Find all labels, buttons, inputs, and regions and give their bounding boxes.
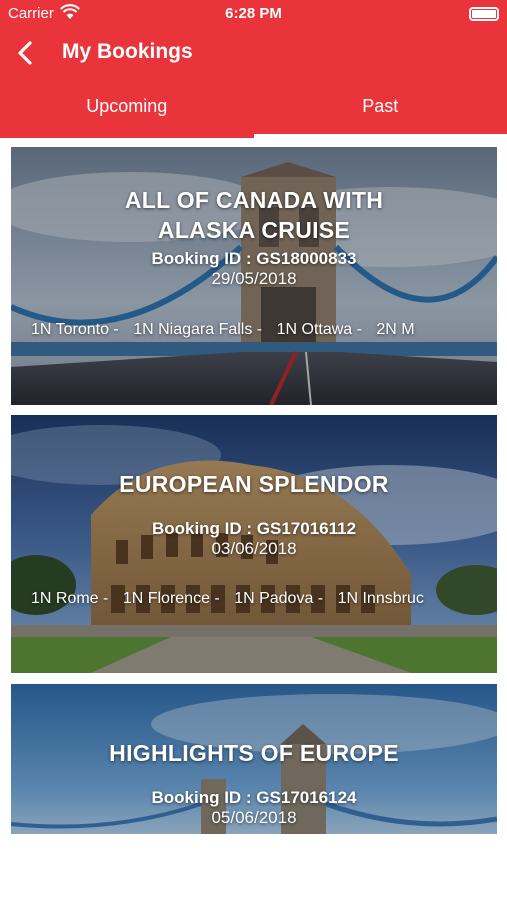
booking-card[interactable]: EUROPEAN SPLENDOR Booking ID : GS1701611… [11,415,497,673]
booking-text: HIGHLIGHTS OF EUROPE Booking ID : GS1701… [11,738,497,828]
tab-upcoming[interactable]: Upcoming [0,80,254,138]
tour-name-line2: ALASKA CRUISE [157,217,351,243]
battery-icon [469,7,499,21]
tour-name: EUROPEAN SPLENDOR [119,471,389,497]
itinerary-stop: 1N Florence - [122,590,220,607]
booking-id: Booking ID : GS17016124 [151,788,357,807]
booking-date: 05/06/2018 [211,808,297,827]
page-title: My Bookings [62,40,193,63]
status-bar: Carrier 6:28 PM [0,0,507,28]
booking-text: ALL OF CANADA WITH ALASKA CRUISE Booking… [11,185,497,289]
itinerary-stop: 1N Niagara Falls - [133,321,263,338]
back-arrow-icon[interactable] [12,38,40,68]
navigation-bar: My Bookings [0,28,507,80]
itinerary-stop: 1N Rome - [31,590,109,607]
itinerary-stop: 1N Padova - [234,590,324,607]
booking-card[interactable]: ALL OF CANADA WITH ALASKA CRUISE Booking… [11,147,497,405]
tab-past[interactable]: Past [253,80,507,138]
booking-date: 29/05/2018 [211,269,297,288]
itinerary: 1N Toronto - 1N Niagara Falls - 1N Ottaw… [31,321,497,339]
tour-name: HIGHLIGHTS OF EUROPE [109,740,399,766]
tab-upcoming-label: Upcoming [86,96,168,116]
itinerary: 1N Rome - 1N Florence - 1N Padova - 1N I… [31,590,497,608]
clock: 6:28 PM [225,5,282,22]
booking-date: 03/06/2018 [211,539,297,558]
tour-name-line1: ALL OF CANADA WITH [124,187,384,213]
itinerary-stop: 1N Innsbruc [337,590,424,607]
bookings-list[interactable]: ALL OF CANADA WITH ALASKA CRUISE Booking… [0,138,507,900]
tab-past-label: Past [362,96,399,116]
itinerary-stop: 1N Ottawa - [276,321,362,338]
itinerary-stop: 1N Toronto - [31,321,119,338]
booking-id: Booking ID : GS17016112 [151,519,357,538]
booking-card[interactable]: HIGHLIGHTS OF EUROPE Booking ID : GS1701… [11,684,497,834]
booking-id: Booking ID : GS18000833 [151,249,357,268]
tab-bar: Upcoming Past [0,80,507,138]
itinerary-stop: 2N M [376,321,415,338]
booking-text: EUROPEAN SPLENDOR Booking ID : GS1701611… [11,469,497,559]
